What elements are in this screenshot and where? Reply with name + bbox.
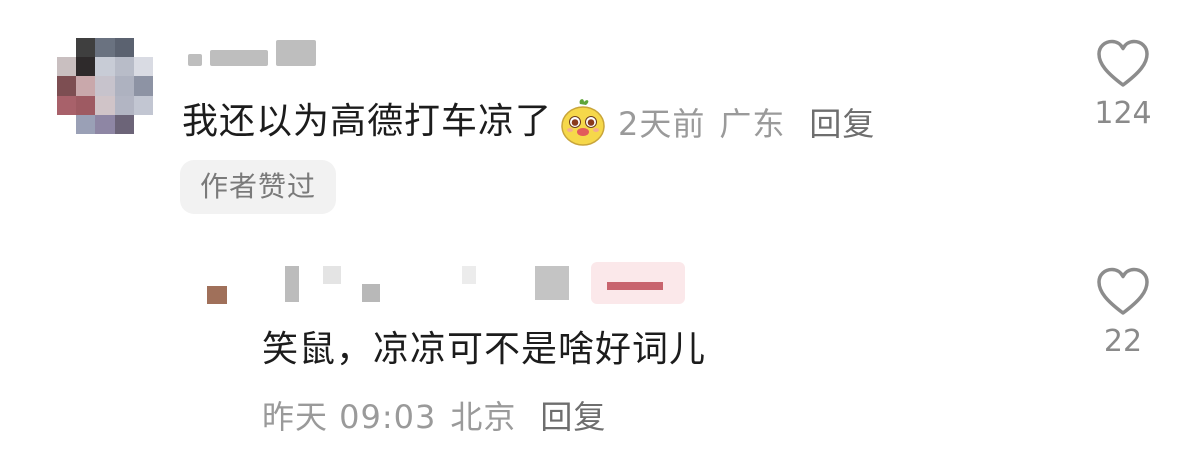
reply-meta-row: 昨天 09:03 北京 回复 xyxy=(262,392,606,438)
comment-location: 广东 xyxy=(719,105,786,143)
heart-outline-icon[interactable] xyxy=(1095,38,1151,90)
yellow-creature-emoji-icon xyxy=(561,99,605,146)
username-blurred[interactable] xyxy=(188,40,316,66)
like-control[interactable]: 124 xyxy=(1078,38,1168,131)
like-count: 124 xyxy=(1094,96,1152,131)
heart-outline-icon[interactable] xyxy=(1095,266,1151,318)
author-liked-badge: 作者赞过 xyxy=(180,160,337,214)
reply-button[interactable]: 回复 xyxy=(809,99,875,145)
comment-row: 我还以为高德打车凉了 2天前 广东 回复 xyxy=(182,96,875,148)
avatar[interactable] xyxy=(57,38,153,134)
reply-text: 笑鼠，凉凉可不是啥好词儿 xyxy=(262,329,707,370)
like-control[interactable]: 22 xyxy=(1078,266,1168,359)
reply-location: 北京 xyxy=(450,398,517,436)
comment-time: 2天前 xyxy=(618,105,706,143)
reply-username-blurred[interactable] xyxy=(205,262,695,310)
comment-text: 我还以为高德打车凉了 xyxy=(182,101,553,142)
like-count: 22 xyxy=(1103,324,1143,359)
reply-button[interactable]: 回复 xyxy=(540,392,606,438)
reply-time: 昨天 09:03 xyxy=(262,398,437,436)
